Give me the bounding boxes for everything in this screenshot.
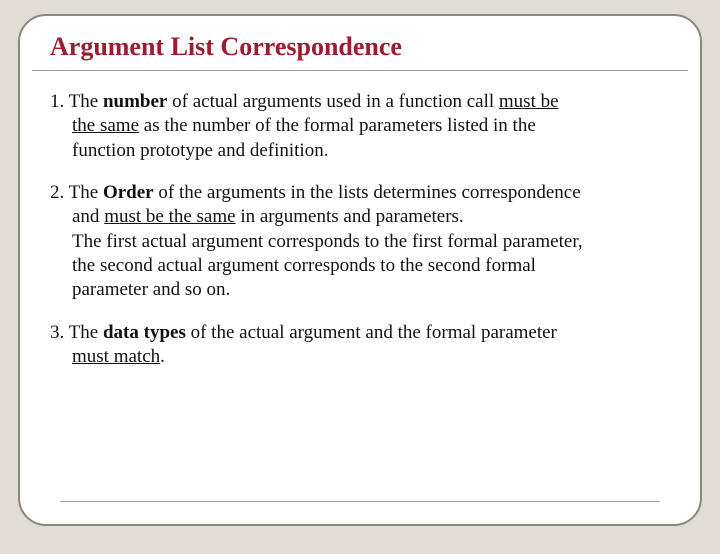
text-bold: data types (103, 322, 186, 343)
text: The (69, 182, 103, 203)
item-line: the same as the number of the formal par… (50, 114, 670, 138)
item-line: the second actual argument corresponds t… (50, 254, 670, 278)
text-bold: Order (103, 182, 154, 203)
text-bold: number (103, 91, 167, 112)
text-underline: must be the same (104, 206, 235, 227)
item-line: function prototype and definition. (50, 139, 670, 163)
item-line: must match. (50, 345, 670, 369)
list-item-3: 3. The data types of the actual argument… (50, 321, 670, 370)
slide-body: 1. The number of actual arguments used i… (50, 90, 670, 387)
item-line: and must be the same in arguments and pa… (50, 205, 670, 229)
list-item-1: 1. The number of actual arguments used i… (50, 90, 670, 163)
slide-card: Argument List Correspondence 1. The numb… (18, 14, 702, 526)
list-item-2: 2. The Order of the arguments in the lis… (50, 181, 670, 303)
item-line: The first actual argument corresponds to… (50, 230, 670, 254)
text-underline: the same (72, 115, 139, 136)
text: and (72, 206, 104, 227)
text: The (69, 91, 103, 112)
text: The (69, 322, 103, 343)
text: of the actual argument and the formal pa… (186, 322, 557, 343)
text: as the number of the formal parameters l… (139, 115, 536, 136)
text: in arguments and parameters. (236, 206, 464, 227)
item-line: parameter and so on. (50, 278, 670, 302)
text: of actual arguments used in a function c… (167, 91, 499, 112)
item-number: 3. (50, 322, 69, 343)
text: of the arguments in the lists determines… (154, 182, 581, 203)
bottom-divider (60, 501, 660, 502)
slide-title: Argument List Correspondence (48, 30, 672, 68)
text-underline: must be (499, 91, 559, 112)
item-number: 2. (50, 182, 69, 203)
item-number: 1. (50, 91, 69, 112)
text-underline: must match (72, 346, 160, 367)
title-divider (32, 70, 688, 71)
text: . (160, 346, 165, 367)
